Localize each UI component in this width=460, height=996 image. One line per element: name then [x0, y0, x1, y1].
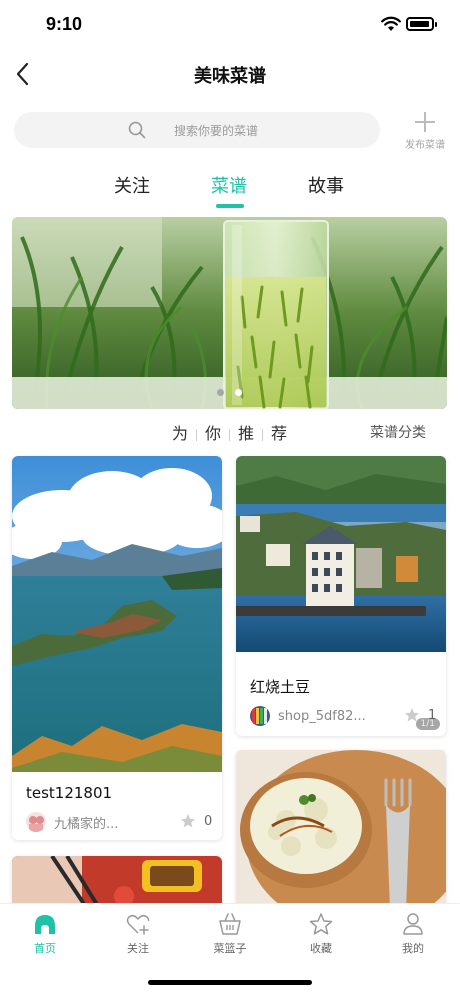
tabbar-label: 收藏 [310, 942, 332, 955]
like-count[interactable]: 1 [404, 707, 436, 723]
tabbar-item-basket[interactable]: 菜篮子 [195, 912, 265, 956]
banner-carousel[interactable] [12, 217, 447, 409]
recipe-card-image [236, 456, 446, 652]
tabbar-item-profile[interactable]: 我的 [378, 912, 448, 956]
search-placeholder: 搜索你要的菜谱 [174, 124, 259, 138]
top-tabs: 关注 菜谱 故事 [0, 168, 460, 212]
recipe-author[interactable]: shop_5df82... [250, 706, 366, 726]
recommend-header: 为你推荐 菜谱分类 [0, 418, 460, 444]
star-icon [309, 913, 333, 935]
publish-recipe-label: 发布菜谱 [405, 140, 445, 151]
recipe-card-image [12, 456, 222, 772]
basket-icon [219, 913, 241, 935]
tabbar-item-follow[interactable]: 关注 [103, 912, 173, 956]
status-time: 9:10 [46, 14, 83, 34]
tabbar-label: 关注 [127, 942, 149, 955]
status-bar: 9:10 [0, 0, 460, 50]
tabbar-label: 我的 [402, 942, 424, 955]
page-title: 美味菜谱 [194, 66, 266, 87]
like-number: 1 [428, 707, 437, 723]
wifi-icon [381, 16, 401, 31]
recommend-char: 荐 [271, 424, 288, 443]
tab-recipes[interactable]: 菜谱 [211, 172, 247, 198]
star-icon [405, 708, 419, 722]
divider [196, 428, 198, 441]
recommend-char: 你 [205, 424, 222, 443]
recipe-card[interactable]: test121801 九橘家的... 0 [12, 456, 222, 840]
recipe-card-image [236, 750, 446, 910]
active-tab-indicator [216, 204, 244, 208]
recipe-card[interactable]: 1/1 红烧土豆 shop_5df82... 1 [236, 456, 446, 736]
like-count[interactable]: 0 [180, 813, 212, 829]
avatar [26, 812, 46, 832]
search-input[interactable]: 搜索你要的菜谱 [14, 112, 380, 148]
tabbar-label: 首页 [34, 942, 56, 955]
tabbar-label: 菜篮子 [213, 942, 247, 955]
banner-pagination [217, 389, 247, 397]
nav-bar: 美味菜谱 [0, 50, 460, 98]
home-indicator [148, 980, 312, 985]
divider [262, 428, 264, 441]
search-icon [128, 121, 146, 139]
recipe-card[interactable] [236, 750, 446, 910]
tab-stories[interactable]: 故事 [308, 172, 344, 198]
divider [229, 428, 231, 441]
plus-icon [415, 112, 435, 132]
recommend-char: 为 [172, 424, 189, 443]
recipe-category-link[interactable]: 菜谱分类 [370, 422, 426, 442]
avatar [250, 706, 270, 726]
author-name: 九橘家的... [54, 816, 119, 832]
recommend-title: 为你推荐 [172, 420, 287, 444]
banner-dot[interactable] [217, 389, 224, 396]
publish-recipe-button[interactable]: 发布菜谱 [398, 110, 452, 156]
recipe-author[interactable]: 九橘家的... [26, 812, 118, 832]
battery-icon [406, 17, 437, 31]
tabbar-item-home[interactable]: 首页 [10, 912, 80, 956]
banner-image [12, 217, 447, 409]
recipe-title: 红烧土豆 [250, 678, 311, 696]
recommend-char: 推 [238, 424, 255, 443]
tabbar-item-favorites[interactable]: 收藏 [286, 912, 356, 956]
like-number: 0 [204, 813, 213, 829]
banner-dot-active[interactable] [235, 389, 242, 396]
user-icon [403, 913, 423, 935]
recipe-title: test121801 [26, 784, 113, 802]
home-icon [35, 915, 55, 934]
author-name: shop_5df82... [278, 708, 366, 724]
tab-follow[interactable]: 关注 [114, 172, 150, 198]
star-icon [181, 814, 195, 828]
heart-plus-icon [126, 914, 150, 935]
